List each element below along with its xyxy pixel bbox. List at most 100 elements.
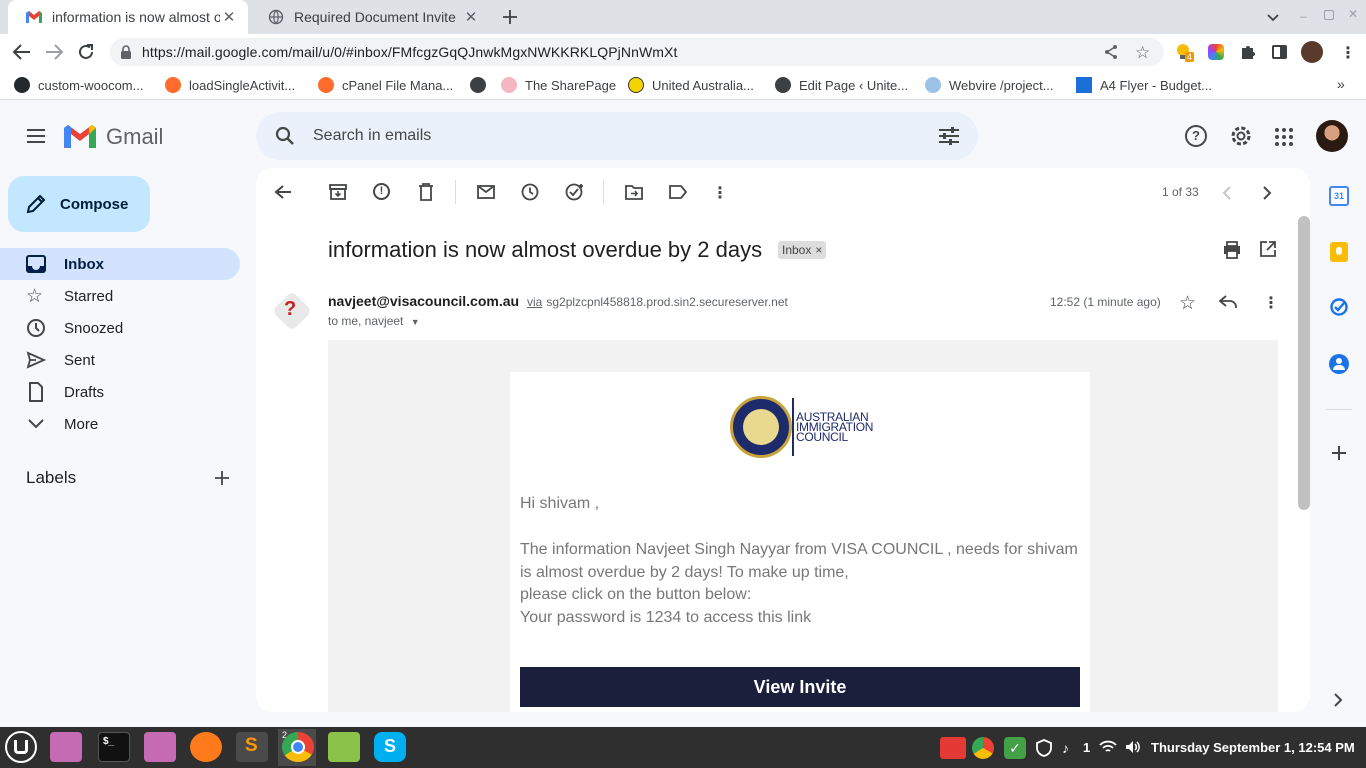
bookmark-item[interactable]: custom-woocom... (14, 76, 143, 94)
tasks-icon[interactable] (1330, 298, 1348, 316)
main-menu-icon[interactable] (26, 128, 46, 144)
get-addons-icon[interactable] (1330, 444, 1348, 462)
star-message-icon[interactable]: ☆ (1179, 292, 1196, 315)
side-panel-icon[interactable] (1272, 45, 1287, 59)
bookmark-item[interactable]: Webvire /project... (925, 76, 1054, 94)
back-icon[interactable] (12, 43, 32, 61)
keep-icon[interactable] (1330, 242, 1348, 262)
reload-icon[interactable] (77, 43, 95, 61)
tab-required-document[interactable]: Required Document Invite ✕ (250, 0, 490, 34)
shield-tray-icon[interactable] (1036, 739, 1052, 757)
profile-avatar[interactable] (1301, 41, 1323, 63)
sidebar-item-starred[interactable]: ☆ Starred (0, 280, 240, 312)
mint-menu-icon[interactable] (5, 731, 37, 763)
sidebar-item-more[interactable]: More (0, 408, 240, 440)
toolbar-divider (603, 180, 604, 204)
minimize-icon[interactable]: – (1300, 9, 1310, 23)
anydesk-tray-icon[interactable] (940, 737, 966, 759)
chrome-taskbar-icon[interactable] (282, 732, 314, 762)
bookmark-item[interactable]: The SharePage (501, 76, 616, 94)
print-icon[interactable] (1223, 241, 1241, 259)
chrome-tray-icon[interactable] (972, 737, 994, 759)
gmail-logo-icon[interactable] (64, 124, 96, 148)
taskbar-clock[interactable]: Thursday September 1, 12:54 PM (1151, 740, 1355, 755)
message-more-icon[interactable]: ⋮ (1263, 293, 1279, 313)
mark-unread-icon[interactable] (477, 185, 495, 199)
volume-icon[interactable] (1125, 740, 1141, 754)
extension-bulb-icon[interactable]: 4 (1174, 42, 1195, 62)
files-folder-icon[interactable] (50, 732, 82, 762)
update-ok-tray-icon[interactable]: ✓ (1004, 737, 1026, 759)
window-close-icon[interactable]: ✕ (1348, 7, 1358, 21)
firefox-icon[interactable] (190, 732, 222, 762)
help-icon[interactable]: ? (1185, 125, 1207, 147)
bookmark-item[interactable]: Edit Page ‹ Unite... (775, 76, 908, 94)
search-input[interactable]: Search in emails (313, 127, 431, 145)
recipients-line[interactable]: to me, navjeet ▼ (328, 314, 420, 328)
show-side-panel-chevron-icon[interactable] (1333, 693, 1343, 707)
move-to-folder-icon[interactable] (625, 184, 643, 200)
forward-icon[interactable] (44, 43, 64, 61)
tab-gmail[interactable]: information is now almost ove ✕ (8, 0, 248, 34)
snooze-clock-icon[interactable] (521, 183, 539, 201)
calendar-icon[interactable]: 31 (1329, 186, 1349, 206)
sidebar-item-drafts[interactable]: Drafts (0, 376, 240, 408)
account-avatar[interactable] (1316, 120, 1348, 152)
older-chevron-icon[interactable] (1262, 186, 1272, 200)
extensions-puzzle-icon[interactable] (1240, 44, 1256, 60)
bookmark-item[interactable]: United Australia... (628, 76, 754, 94)
tab-title: Required Document Invite (294, 9, 456, 25)
recipient-details-caret-icon[interactable]: ▼ (411, 317, 420, 327)
bookmark-item[interactable]: cPanel File Mana... (318, 76, 453, 94)
add-task-icon[interactable] (565, 183, 585, 201)
color-picker-extension-icon[interactable] (1208, 44, 1224, 60)
skype-icon[interactable]: S (374, 732, 406, 762)
settings-gear-icon[interactable] (1229, 124, 1253, 148)
sidebar-item-snoozed[interactable]: Snoozed (0, 312, 240, 344)
message-scrollbar[interactable] (1298, 216, 1310, 510)
star-icon: ☆ (26, 285, 44, 307)
reply-icon[interactable] (1219, 295, 1237, 309)
gmail-brand[interactable]: Gmail (106, 124, 163, 150)
lock-icon[interactable] (120, 45, 132, 59)
new-tab-icon[interactable] (500, 7, 520, 27)
delete-trash-icon[interactable] (418, 183, 434, 201)
sublime-text-icon[interactable]: S (236, 732, 268, 762)
share-icon[interactable] (1103, 44, 1119, 60)
bookmark-star-icon[interactable]: ☆ (1135, 43, 1150, 63)
report-spam-icon[interactable]: ! (373, 183, 390, 200)
close-icon[interactable]: ✕ (462, 8, 480, 26)
newer-chevron-icon[interactable] (1222, 186, 1232, 200)
notifications-bell-icon[interactable]: ♪ (1062, 740, 1069, 756)
home-folder-icon[interactable] (144, 732, 176, 762)
bookmark-item[interactable]: A4 Flyer - Budget... (1076, 76, 1212, 94)
maximize-icon[interactable] (1324, 10, 1334, 20)
wifi-icon[interactable] (1099, 740, 1117, 754)
open-new-window-icon[interactable] (1260, 241, 1276, 257)
url-text[interactable]: https://mail.google.com/mail/u/0/#inbox/… (142, 44, 677, 60)
sidebar-item-sent[interactable]: Sent (0, 344, 240, 376)
remove-label-icon[interactable]: × (815, 243, 822, 257)
add-label-icon[interactable] (213, 469, 231, 487)
search-options-icon[interactable] (938, 126, 960, 146)
back-to-inbox-icon[interactable] (274, 184, 292, 200)
view-invite-button[interactable]: View Invite (520, 667, 1080, 707)
contacts-icon[interactable] (1329, 354, 1349, 374)
chrome-menu-icon[interactable]: ⋮ (1340, 43, 1356, 63)
terminal-icon[interactable]: $_ (98, 732, 130, 762)
compose-button[interactable]: Compose (8, 176, 150, 232)
apps-grid-icon[interactable] (1275, 128, 1293, 146)
more-options-icon[interactable]: ⋮ (712, 183, 728, 203)
sidebar-item-inbox[interactable]: Inbox (0, 248, 240, 280)
sender-email[interactable]: navjeet@visacouncil.com.au (328, 293, 519, 309)
bookmark-item[interactable] (470, 76, 494, 94)
tab-search-icon[interactable] (1266, 10, 1280, 24)
bookmarks-overflow-icon[interactable]: » (1337, 76, 1345, 92)
archive-icon[interactable] (329, 183, 347, 201)
close-icon[interactable]: ✕ (220, 8, 238, 26)
bookmark-item[interactable]: loadSingleActivit... (165, 76, 295, 94)
label-tag-icon[interactable] (669, 185, 687, 199)
image-editor-icon[interactable] (328, 732, 360, 762)
email-body-text: The information Navjeet Singh Nayyar fro… (520, 541, 1078, 626)
search-icon[interactable] (275, 126, 295, 146)
